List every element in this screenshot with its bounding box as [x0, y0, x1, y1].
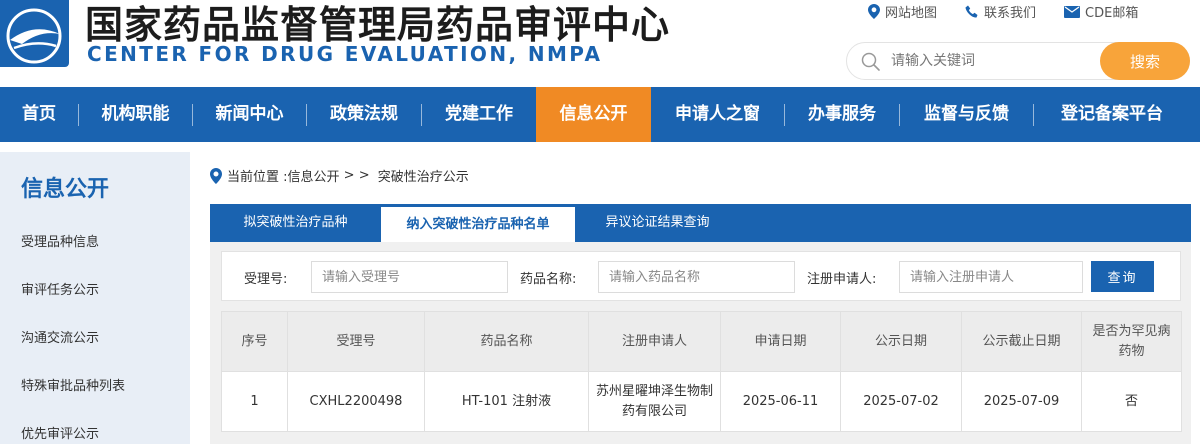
breadcrumb-current: 突破性治疗公示	[377, 170, 469, 185]
sidebar-item-communication[interactable]: 沟通交流公示	[21, 327, 99, 346]
column-header: 受理号	[287, 311, 425, 372]
cell-drug-name: HT-101 注射液	[424, 371, 589, 432]
nav-services[interactable]: 办事服务	[785, 87, 899, 142]
sidebar-item-accepted[interactable]: 受理品种信息	[21, 231, 99, 250]
breadcrumb-link-info[interactable]: 信息公开	[288, 166, 340, 185]
nav-policy[interactable]: 政策法规	[307, 87, 421, 142]
column-header: 药品名称	[424, 311, 589, 372]
column-header: 是否为罕见病药物	[1081, 311, 1182, 372]
sidebar-title: 信息公开	[21, 177, 110, 202]
cell-index: 1	[221, 371, 288, 432]
table-row[interactable]: 1 CXHL2200498 HT-101 注射液 苏州星曜坤泽生物制药有限公司 …	[221, 371, 1182, 432]
applicant-label: 注册申请人:	[807, 272, 877, 287]
main-nav: 首页 机构职能 新闻中心 政策法规 党建工作 信息公开 申请人之窗 办事服务 监…	[0, 87, 1200, 142]
cell-publish-date: 2025-07-02	[840, 371, 962, 432]
search-icon	[861, 52, 880, 71]
nav-applicant[interactable]: 申请人之窗	[651, 87, 784, 142]
cell-applicant: 苏州星曜坤泽生物制药有限公司	[588, 371, 721, 432]
cell-rare-disease: 否	[1081, 371, 1182, 432]
drug-name-input[interactable]	[598, 261, 795, 293]
column-header: 公示截止日期	[961, 311, 1082, 372]
breadcrumb-prefix: 当前位置 :	[227, 170, 288, 185]
cell-deadline: 2025-07-09	[961, 371, 1082, 432]
cell-apply-date: 2025-06-11	[720, 371, 841, 432]
query-button[interactable]: 查询	[1091, 261, 1154, 292]
cell-acceptance-no: CXHL2200498	[287, 371, 425, 432]
nav-functions[interactable]: 机构职能	[79, 87, 192, 142]
location-pin-icon	[210, 167, 222, 184]
nav-info-disclosure[interactable]: 信息公开	[536, 87, 651, 142]
column-header: 申请日期	[720, 311, 841, 372]
nav-party[interactable]: 党建工作	[422, 87, 536, 142]
breadcrumb-separator: > >	[339, 168, 374, 183]
phone-icon	[965, 5, 978, 18]
results-table: 序号 受理号 药品名称 注册申请人 申请日期 公示日期 公示截止日期 是否为罕见…	[221, 311, 1182, 432]
top-links: 网站地图 联系我们 CDE邮箱	[868, 2, 1138, 21]
nmpa-logo[interactable]	[0, 0, 69, 67]
contact-link-label: 联系我们	[984, 6, 1037, 21]
sidebar-item-review-tasks[interactable]: 审评任务公示	[21, 279, 99, 298]
breadcrumb: 当前位置 : 信息公开 > > 突破性治疗公示	[210, 166, 469, 185]
sidebar-item-priority-review[interactable]: 优先审评公示	[21, 423, 99, 442]
acceptance-no-input[interactable]	[311, 261, 508, 293]
column-header: 注册申请人	[588, 311, 721, 372]
site-title-en: CENTER FOR DRUG EVALUATION, NMPA	[87, 42, 603, 66]
site-header: 国家药品监督管理局药品审评中心 CENTER FOR DRUG EVALUATI…	[0, 0, 1200, 87]
acceptance-no-label: 受理号:	[244, 272, 288, 287]
tab-objection[interactable]: 异议论证结果查询	[575, 204, 740, 242]
contact-link[interactable]: 联系我们	[965, 2, 1036, 21]
tab-proposed[interactable]: 拟突破性治疗品种	[210, 204, 381, 242]
tab-included[interactable]: 纳入突破性治疗品种名单	[381, 207, 575, 242]
table-header-row: 序号 受理号 药品名称 注册申请人 申请日期 公示日期 公示截止日期 是否为罕见…	[221, 311, 1182, 372]
applicant-input[interactable]	[899, 261, 1083, 293]
nav-home[interactable]: 首页	[0, 87, 78, 142]
location-pin-icon	[868, 4, 880, 19]
sitemap-link[interactable]: 网站地图	[868, 2, 937, 21]
mail-icon	[1064, 5, 1081, 18]
column-header: 序号	[221, 311, 288, 372]
nav-registration[interactable]: 登记备案平台	[1034, 87, 1190, 142]
search-input[interactable]	[891, 51, 1091, 71]
column-header: 公示日期	[840, 311, 962, 372]
sidebar: 信息公开 受理品种信息 审评任务公示 沟通交流公示 特殊审批品种列表 优先审评公…	[0, 152, 190, 444]
nav-news[interactable]: 新闻中心	[193, 87, 306, 142]
filter-bar: 受理号: 药品名称: 注册申请人: 查询	[221, 251, 1181, 301]
cde-mail-link-label: CDE邮箱	[1085, 6, 1139, 21]
search-button[interactable]: 搜索	[1100, 42, 1190, 80]
content-panel: 拟突破性治疗品种 纳入突破性治疗品种名单 异议论证结果查询 受理号: 药品名称:…	[210, 204, 1191, 444]
site-search: 搜索	[846, 42, 1190, 80]
tab-bar: 拟突破性治疗品种 纳入突破性治疗品种名单 异议论证结果查询	[210, 204, 1191, 242]
nav-supervision[interactable]: 监督与反馈	[900, 87, 1033, 142]
sitemap-link-label: 网站地图	[885, 6, 938, 21]
cde-mail-link[interactable]: CDE邮箱	[1064, 2, 1138, 21]
drug-name-label: 药品名称:	[520, 272, 577, 287]
sidebar-item-special-approval[interactable]: 特殊审批品种列表	[21, 375, 125, 394]
